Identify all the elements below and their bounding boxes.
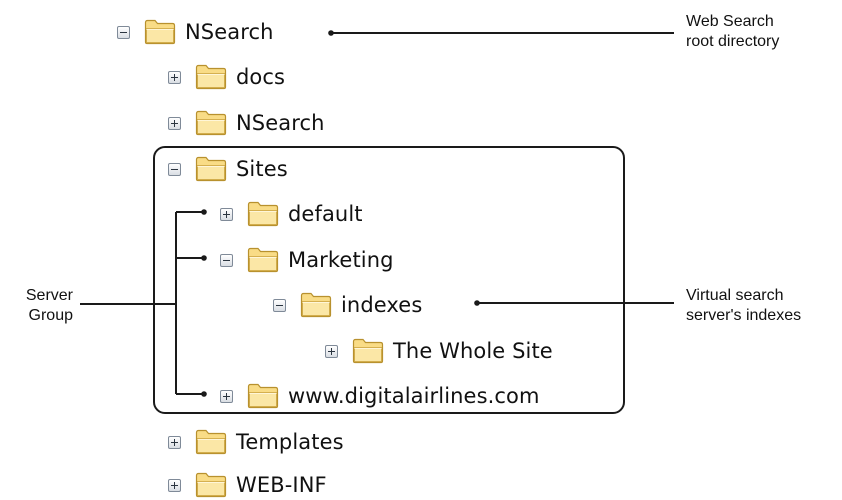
marketing-dot bbox=[201, 255, 207, 261]
server-group-annotation: Server Group bbox=[9, 286, 73, 326]
default-dot bbox=[201, 209, 207, 215]
annotation-line: root directory bbox=[686, 33, 780, 50]
annotation-line: Group bbox=[28, 307, 73, 324]
root-callout-dot bbox=[328, 30, 334, 36]
root-directory-annotation: Web Search root directory bbox=[686, 12, 779, 52]
annotation-line: Virtual search bbox=[686, 287, 784, 304]
folder-tree-diagram: NSearch docs NSearch Sites default Marke… bbox=[0, 0, 842, 498]
callout-lines bbox=[80, 30, 674, 397]
annotation-line: Server bbox=[25, 287, 73, 304]
indexes-callout-dot bbox=[474, 300, 480, 306]
annotation-line: Web Search bbox=[686, 13, 774, 30]
virtual-indexes-annotation: Virtual search server's indexes bbox=[686, 286, 801, 326]
annotation-line: server's indexes bbox=[686, 307, 802, 324]
digitalairlines-dot bbox=[201, 391, 207, 397]
